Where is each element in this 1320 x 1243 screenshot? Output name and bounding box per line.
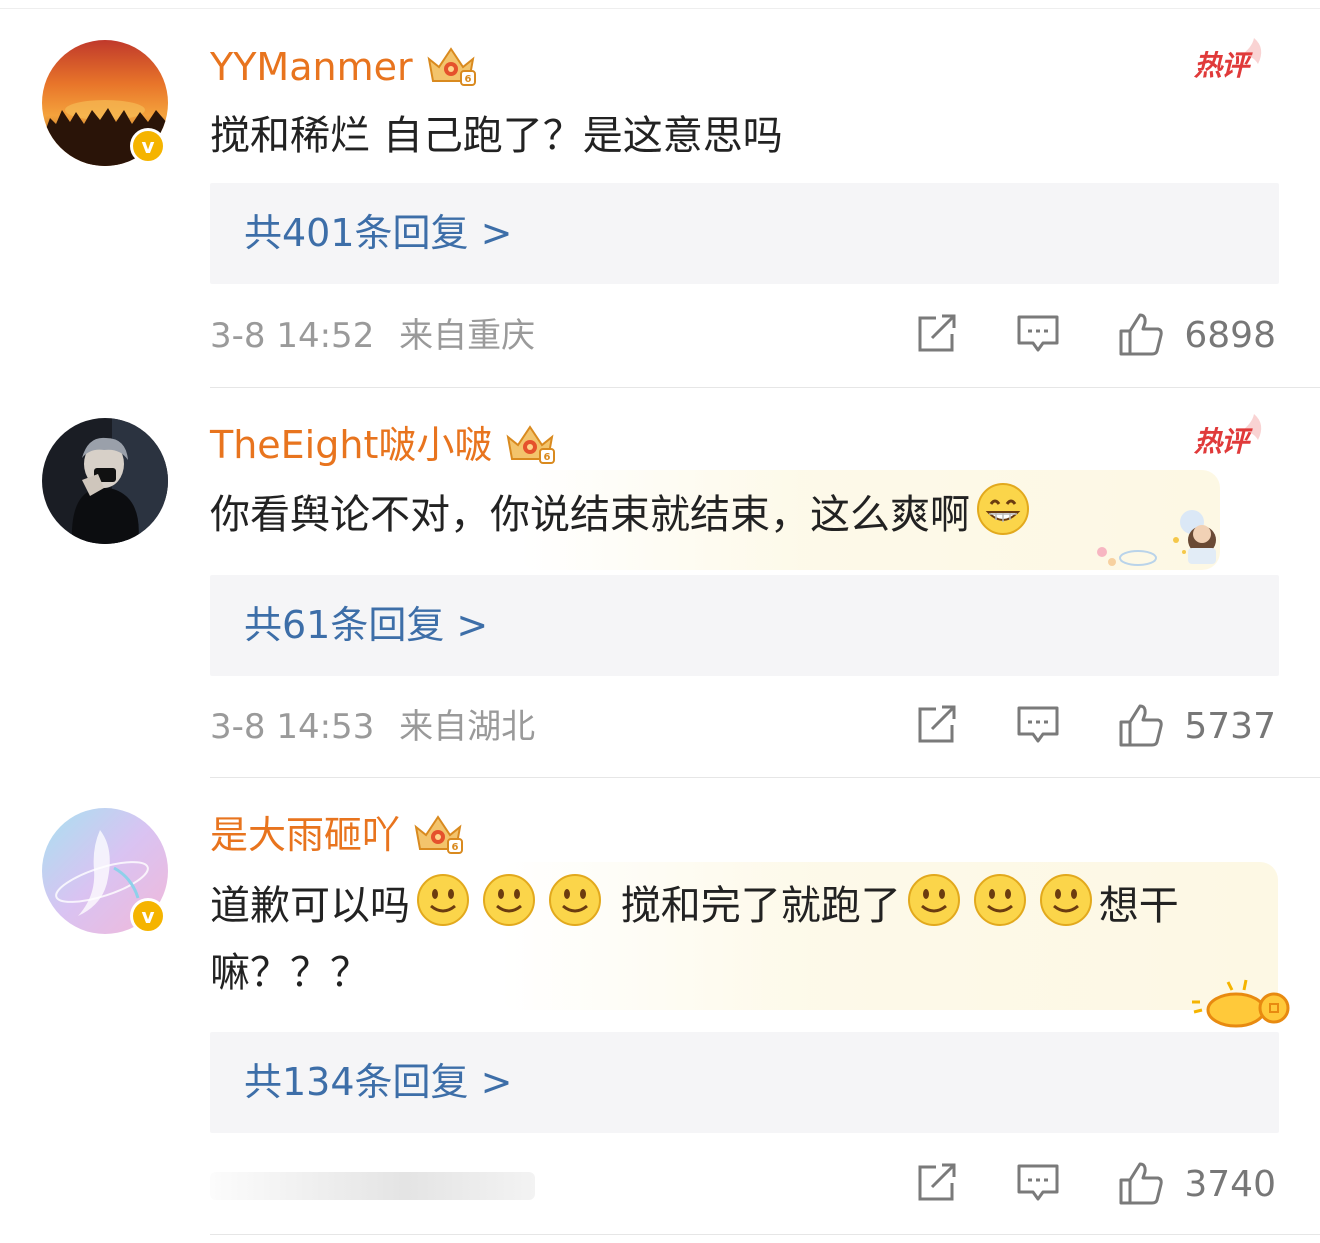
comment-text: 你看舆论不对，你说结束就结束，这么爽啊 [210, 482, 1036, 556]
verified-badge-icon: v [130, 898, 166, 934]
share-icon[interactable] [914, 705, 958, 749]
comment-divider [210, 387, 1320, 388]
comment-location: 来自湖北 [399, 707, 536, 747]
comment-icon[interactable] [1016, 1163, 1060, 1207]
comment-time: 3-8 14:53 [210, 707, 375, 747]
cartoon-decoration-icon [1080, 500, 1230, 584]
hot-comment-badge: 热评 [1194, 34, 1268, 90]
share-icon[interactable] [914, 314, 958, 358]
like-icon[interactable] [1118, 1160, 1164, 1210]
comment-meta: 3-8 14:53 来自湖北 [210, 697, 535, 757]
slight-smile-emoji-icon [1039, 873, 1093, 947]
slight-smile-emoji-icon [907, 873, 961, 947]
comment-text: 道歉可以吗 搅和完了就跑了 想干 [210, 873, 1179, 947]
view-replies-link[interactable]: 共401条回复 > [244, 183, 512, 284]
username[interactable]: 是大雨砸吖 [210, 808, 400, 862]
comment-icon[interactable] [1016, 705, 1060, 749]
obscured-meta [210, 1172, 535, 1200]
username[interactable]: YYManmer [210, 40, 413, 94]
like-count: 5737 [1184, 706, 1276, 747]
slight-smile-emoji-icon [416, 873, 470, 947]
svg-text:6: 6 [544, 452, 551, 463]
avatar[interactable] [42, 418, 168, 544]
like-icon[interactable] [1118, 311, 1164, 361]
like-count: 6898 [1184, 315, 1276, 356]
gold-coins-decoration-icon [1188, 976, 1296, 1036]
verified-badge-icon: v [130, 128, 166, 164]
slight-smile-emoji-icon [973, 873, 1027, 947]
svg-text:6: 6 [464, 74, 471, 85]
view-replies-link[interactable]: 共61条回复 > [244, 575, 488, 676]
replies-box[interactable]: 共401条回复 > [210, 183, 1279, 284]
comment-meta: 3-8 14:52 来自重庆 [210, 306, 535, 366]
crown-icon: 6 [423, 43, 479, 91]
slight-smile-emoji-icon [548, 873, 602, 947]
crown-icon: 6 [502, 421, 558, 469]
comment-time: 3-8 14:52 [210, 316, 375, 356]
like-count: 3740 [1184, 1164, 1276, 1205]
replies-box[interactable]: 共61条回复 > [210, 575, 1279, 676]
comment-text: 搅和稀烂 自己跑了？是这意思吗 [210, 113, 783, 159]
comment-icon[interactable] [1016, 314, 1060, 358]
comment-divider [210, 777, 1320, 778]
slight-smile-emoji-icon [482, 873, 536, 947]
replies-box[interactable]: 共134条回复 > [210, 1032, 1279, 1133]
hot-comment-badge: 热评 [1194, 410, 1268, 466]
comment-divider [210, 1234, 1320, 1235]
grinning-face-emoji-icon [976, 482, 1030, 556]
top-divider [0, 8, 1320, 9]
share-icon[interactable] [914, 1163, 958, 1207]
svg-text:6: 6 [452, 842, 459, 853]
like-icon[interactable] [1118, 702, 1164, 752]
username[interactable]: TheEight啵小啵 [210, 418, 492, 472]
crown-icon: 6 [410, 811, 466, 859]
comment-location: 来自重庆 [399, 316, 536, 356]
view-replies-link[interactable]: 共134条回复 > [244, 1032, 512, 1133]
comment-text-line2: 嘛？？？ [210, 950, 370, 996]
